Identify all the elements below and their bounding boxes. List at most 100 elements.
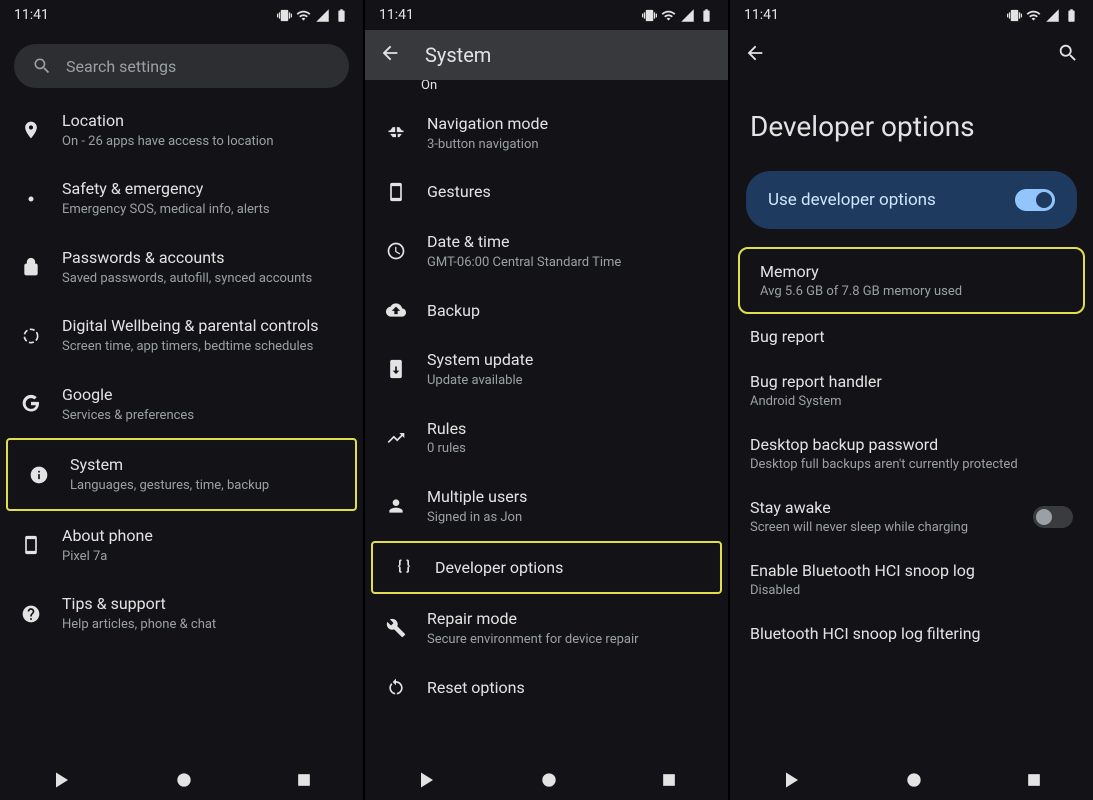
key-icon (21, 257, 41, 277)
emergency-icon (21, 189, 41, 209)
system-multiusers[interactable]: Multiple usersSigned in as Jon (365, 472, 728, 540)
back-button[interactable] (379, 42, 401, 68)
devoptions-screen: 11:41 Developer options Use developer op… (730, 0, 1093, 800)
update-icon (386, 359, 406, 379)
wellbeing-icon (21, 326, 41, 346)
info-icon (29, 465, 49, 485)
clock-icon (386, 241, 406, 261)
settings-system[interactable]: SystemLanguages, gestures, time, backup (8, 440, 355, 508)
settings-passwords[interactable]: Passwords & accountsSaved passwords, aut… (0, 233, 363, 301)
status-time: 11:41 (379, 7, 414, 23)
nav-back-icon[interactable] (53, 771, 71, 789)
nav-bar (0, 760, 363, 800)
nav-bar (365, 760, 728, 800)
nav-recent-icon[interactable] (1027, 773, 1041, 787)
dev-bt-hci-log[interactable]: Enable Bluetooth HCI snoop log Disabled (730, 548, 1093, 611)
settings-google[interactable]: GoogleServices & preferences (0, 370, 363, 438)
nav-back-icon[interactable] (418, 771, 436, 789)
nav-home-icon[interactable] (176, 772, 192, 788)
nav-back-icon[interactable] (783, 771, 801, 789)
devoptions-list: Memory Avg 5.6 GB of 7.8 GB memory used … (730, 247, 1093, 760)
dev-bt-hci-filter[interactable]: Bluetooth HCI snoop log filtering (730, 611, 1093, 656)
status-time: 11:41 (14, 7, 49, 23)
settings-screen: 11:41 Search settings LocationOn - 26 ap… (0, 0, 363, 800)
nav-recent-icon[interactable] (297, 773, 311, 787)
page-title: Developer options (730, 80, 1093, 167)
highlight-system: SystemLanguages, gestures, time, backup (6, 438, 357, 510)
system-reset[interactable]: Reset options (365, 663, 728, 713)
dev-master-toggle[interactable]: Use developer options (746, 171, 1077, 229)
backup-icon (386, 300, 406, 320)
nav-bar (730, 760, 1093, 800)
status-bar: 11:41 (730, 0, 1093, 30)
system-devoptions[interactable]: Developer options (373, 543, 720, 593)
phone-icon (21, 535, 41, 555)
signal-icon (680, 8, 695, 23)
status-icons (277, 8, 349, 23)
status-bar: 11:41 (365, 0, 728, 30)
status-icons (1007, 8, 1079, 23)
search-settings[interactable]: Search settings (14, 44, 349, 88)
dev-stay-awake[interactable]: Stay awake Screen will never sleep while… (730, 485, 1093, 548)
search-button[interactable] (1057, 42, 1079, 68)
wifi-icon (1026, 8, 1041, 23)
settings-about[interactable]: About phonePixel 7a (0, 511, 363, 579)
status-bar: 11:41 (0, 0, 363, 30)
system-repair[interactable]: Repair modeSecure environment for device… (365, 594, 728, 662)
vibrate-icon (1007, 8, 1022, 23)
settings-list: LocationOn - 26 apps have access to loca… (0, 96, 363, 760)
google-icon (21, 394, 41, 414)
dev-memory[interactable]: Memory Avg 5.6 GB of 7.8 GB memory used (740, 249, 1083, 312)
help-icon (21, 604, 41, 624)
vibrate-icon (642, 8, 657, 23)
system-navigation-mode[interactable]: Navigation mode3-button navigation (365, 99, 728, 167)
battery-icon (334, 8, 349, 23)
battery-icon (1064, 8, 1079, 23)
system-update[interactable]: System updateUpdate available (365, 335, 728, 403)
switch-off[interactable] (1033, 506, 1073, 528)
highlight-devoptions: Developer options (371, 541, 722, 595)
gesture-icon (386, 182, 406, 202)
highlight-memory: Memory Avg 5.6 GB of 7.8 GB memory used (738, 247, 1085, 314)
dev-desktop-backup[interactable]: Desktop backup password Desktop full bac… (730, 422, 1093, 485)
nav-home-icon[interactable] (541, 772, 557, 788)
system-screen: 11:41 System On Navigation mode3-button … (365, 0, 728, 800)
status-time: 11:41 (744, 7, 779, 23)
dev-bugreport[interactable]: Bug report (730, 314, 1093, 359)
back-button[interactable] (744, 42, 766, 68)
partial-row-subtitle: On (365, 80, 728, 93)
search-placeholder: Search settings (66, 57, 176, 76)
nav-home-icon[interactable] (906, 772, 922, 788)
location-icon (21, 120, 41, 140)
wifi-icon (661, 8, 676, 23)
status-icons (642, 8, 714, 23)
page-title: System (425, 43, 491, 67)
system-backup[interactable]: Backup (365, 286, 728, 336)
dev-bugreport-handler[interactable]: Bug report handler Android System (730, 359, 1093, 422)
system-titlebar: System (365, 30, 728, 80)
wifi-icon (296, 8, 311, 23)
nav-icon (386, 123, 406, 143)
settings-wellbeing[interactable]: Digital Wellbeing & parental controlsScr… (0, 301, 363, 369)
system-list: On Navigation mode3-button navigation Ge… (365, 80, 728, 760)
settings-tips[interactable]: Tips & supportHelp articles, phone & cha… (0, 579, 363, 647)
rules-icon (386, 428, 406, 448)
switch-on[interactable] (1015, 189, 1055, 211)
braces-icon (394, 557, 414, 577)
battery-icon (699, 8, 714, 23)
dev-toggle-label: Use developer options (768, 190, 936, 210)
reset-icon (386, 677, 406, 697)
search-icon (32, 56, 52, 76)
signal-icon (315, 8, 330, 23)
system-rules[interactable]: Rules0 rules (365, 404, 728, 472)
nav-recent-icon[interactable] (662, 773, 676, 787)
vibrate-icon (277, 8, 292, 23)
user-icon (386, 496, 406, 516)
dev-titlebar (730, 30, 1093, 80)
system-gestures[interactable]: Gestures (365, 167, 728, 217)
repair-icon (386, 618, 406, 638)
system-datetime[interactable]: Date & timeGMT-06:00 Central Standard Ti… (365, 217, 728, 285)
signal-icon (1045, 8, 1060, 23)
settings-safety[interactable]: Safety & emergencyEmergency SOS, medical… (0, 164, 363, 232)
settings-location[interactable]: LocationOn - 26 apps have access to loca… (0, 96, 363, 164)
